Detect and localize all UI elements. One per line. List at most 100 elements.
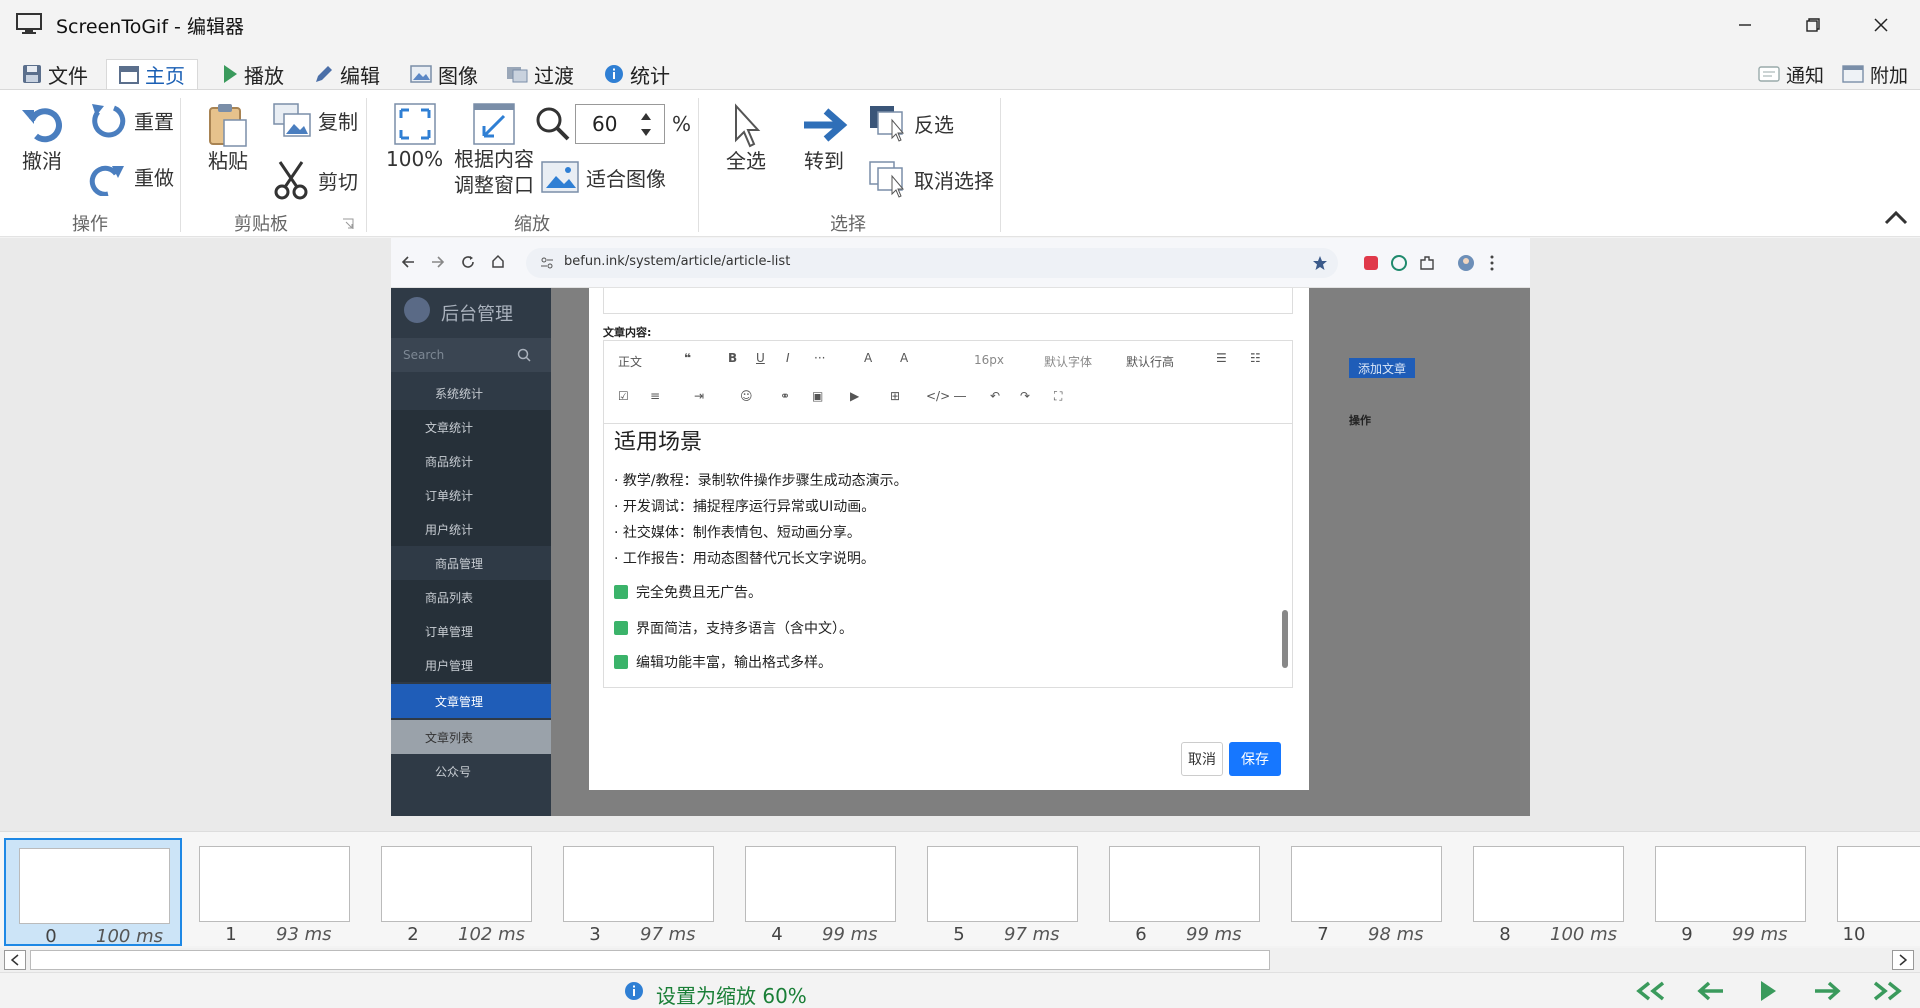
cut-label: 剪切: [318, 169, 358, 194]
group-select-label: 选择: [830, 214, 866, 235]
collapse-ribbon-icon[interactable]: [1884, 210, 1908, 226]
frame-item[interactable]: 1 93 ms: [186, 838, 364, 946]
fit-content-button[interactable]: 根据内容 调整窗口: [454, 102, 534, 198]
frame-item[interactable]: 5 97 ms: [914, 838, 1092, 946]
restore-button[interactable]: [1783, 0, 1843, 50]
notify-button[interactable]: 通知: [1758, 59, 1824, 89]
indent-icon[interactable]: ⇥: [694, 389, 704, 403]
tab-label: 文件: [48, 63, 88, 88]
fit-image-button[interactable]: 适合图像: [540, 160, 666, 194]
video-icon[interactable]: ▶: [850, 389, 859, 403]
underline-icon[interactable]: U: [756, 351, 765, 365]
select-all-button[interactable]: 全选: [724, 102, 768, 174]
bullet-list-icon[interactable]: ☰: [1216, 351, 1227, 365]
frame-item[interactable]: 3 97 ms: [550, 838, 728, 946]
cut-button[interactable]: 剪切: [272, 160, 358, 200]
spin-down-icon[interactable]: [640, 128, 652, 138]
link-icon[interactable]: ⚭: [780, 389, 790, 403]
editor-body[interactable]: 适用场景 · 教学/教程：录制软件操作步骤生成动态演示。 · 开发调试：捕捉程序…: [603, 424, 1293, 688]
tab-statistics[interactable]: 统计: [604, 59, 670, 89]
more-icon[interactable]: ···: [814, 351, 825, 365]
frame-item[interactable]: 8 100 ms: [1460, 838, 1638, 946]
invert-label: 反选: [914, 112, 954, 137]
play-button[interactable]: [1744, 977, 1792, 1005]
close-button[interactable]: [1851, 0, 1911, 50]
extensions-puzzle-icon: [1420, 256, 1434, 270]
zoom-input[interactable]: 60: [575, 104, 665, 144]
reset-button[interactable]: 重置: [88, 100, 174, 140]
frame-item[interactable]: 6 99 ms: [1096, 838, 1274, 946]
frame-item[interactable]: 2 102 ms: [368, 838, 546, 946]
insert-image-icon[interactable]: ▣: [812, 389, 823, 403]
paragraph-select[interactable]: 正文: [618, 353, 642, 370]
quote-icon[interactable]: ❝: [684, 351, 691, 365]
tab-play[interactable]: 播放: [222, 59, 284, 89]
checkbox-checked-icon: [614, 585, 628, 599]
table-icon[interactable]: ⊞: [890, 389, 900, 403]
frame-thumbnail: [1837, 846, 1920, 922]
bookmark-star-icon: [1313, 256, 1327, 270]
frame-item[interactable]: 10: [1824, 838, 1920, 946]
next-frame-button[interactable]: [1804, 977, 1852, 1005]
fullscreen-icon[interactable]: ⛶: [1054, 389, 1062, 404]
emoji-icon[interactable]: ☺: [740, 389, 753, 403]
undo-button[interactable]: 撤消: [18, 100, 66, 174]
minimize-button[interactable]: [1715, 0, 1775, 50]
scroll-left-button[interactable]: [4, 950, 26, 970]
frame-item[interactable]: 9 99 ms: [1642, 838, 1820, 946]
first-frame-button[interactable]: [1626, 977, 1674, 1005]
dialog-launcher-icon[interactable]: [342, 218, 354, 230]
frame-item[interactable]: 0 100 ms: [4, 838, 182, 947]
redo-small-icon[interactable]: ↷: [1020, 389, 1030, 403]
paste-button[interactable]: 粘贴: [206, 102, 250, 174]
zoom-100-button[interactable]: 100%: [386, 102, 443, 172]
editor-scrollbar[interactable]: [1282, 610, 1288, 668]
tab-transition[interactable]: 过渡: [506, 59, 574, 89]
last-frame-button[interactable]: [1864, 977, 1912, 1005]
spin-up-icon[interactable]: [640, 111, 652, 121]
code-icon[interactable]: </>: [926, 389, 950, 403]
font-family-select[interactable]: 默认字体: [1044, 353, 1092, 370]
redo-button[interactable]: 重做: [88, 156, 174, 196]
tab-edit[interactable]: 编辑: [314, 59, 380, 89]
todo-icon[interactable]: ☑: [618, 389, 629, 403]
play-icon: [224, 65, 237, 83]
font-color-icon[interactable]: A: [864, 351, 872, 365]
tab-image[interactable]: 图像: [410, 59, 478, 89]
sidebar-item-users: 用户管理: [391, 648, 551, 682]
filmstrip-scrollbar[interactable]: [0, 948, 1920, 972]
numbered-list-icon[interactable]: ☷: [1250, 351, 1261, 365]
align-icon[interactable]: ≡: [650, 389, 660, 403]
todo-item: 界面简洁，支持多语言（含中文）。: [614, 618, 853, 638]
tab-file[interactable]: 文件: [22, 59, 88, 89]
copy-button[interactable]: 复制: [272, 102, 358, 138]
title-field[interactable]: [603, 288, 1293, 314]
reset-label: 重置: [134, 109, 174, 134]
frame-item[interactable]: 7 98 ms: [1278, 838, 1456, 946]
sidebar-item-product-stats: 商品统计: [391, 444, 551, 478]
goto-button[interactable]: 转到: [800, 102, 848, 174]
copy-image-icon: [273, 103, 311, 137]
bold-icon[interactable]: B: [728, 351, 737, 365]
frame-item[interactable]: 4 99 ms: [732, 838, 910, 946]
line-height-select[interactable]: 默认行高: [1126, 353, 1174, 370]
invert-selection-button[interactable]: 反选: [868, 104, 954, 142]
undo-small-icon[interactable]: ↶: [990, 389, 1000, 403]
frame-delay: 99 ms: [1732, 924, 1788, 945]
italic-icon[interactable]: I: [786, 351, 790, 365]
scroll-right-button[interactable]: [1892, 950, 1914, 970]
brand-title: 后台管理: [441, 304, 513, 325]
divider-icon[interactable]: ―: [954, 389, 966, 403]
frame-delay: 100 ms: [1550, 924, 1617, 945]
previous-frame-button[interactable]: [1686, 977, 1734, 1005]
scroll-thumb[interactable]: [30, 950, 1270, 970]
font-size-select[interactable]: 16px: [974, 353, 1004, 367]
add-article-button: 添加文章: [1349, 358, 1415, 378]
goto-label: 转到: [804, 149, 844, 173]
sidebar-item-wechat: 公众号: [435, 764, 472, 779]
ribbon: 撤消 重置 重做 操作 粘贴 复制 剪切 剪贴板 100% 根据内容 调整窗口 …: [0, 89, 1920, 237]
tab-home[interactable]: 主页: [106, 59, 198, 89]
deselect-button[interactable]: 取消选择: [868, 160, 994, 198]
highlight-icon[interactable]: A: [900, 351, 908, 365]
extras-button[interactable]: 附加: [1842, 59, 1908, 89]
